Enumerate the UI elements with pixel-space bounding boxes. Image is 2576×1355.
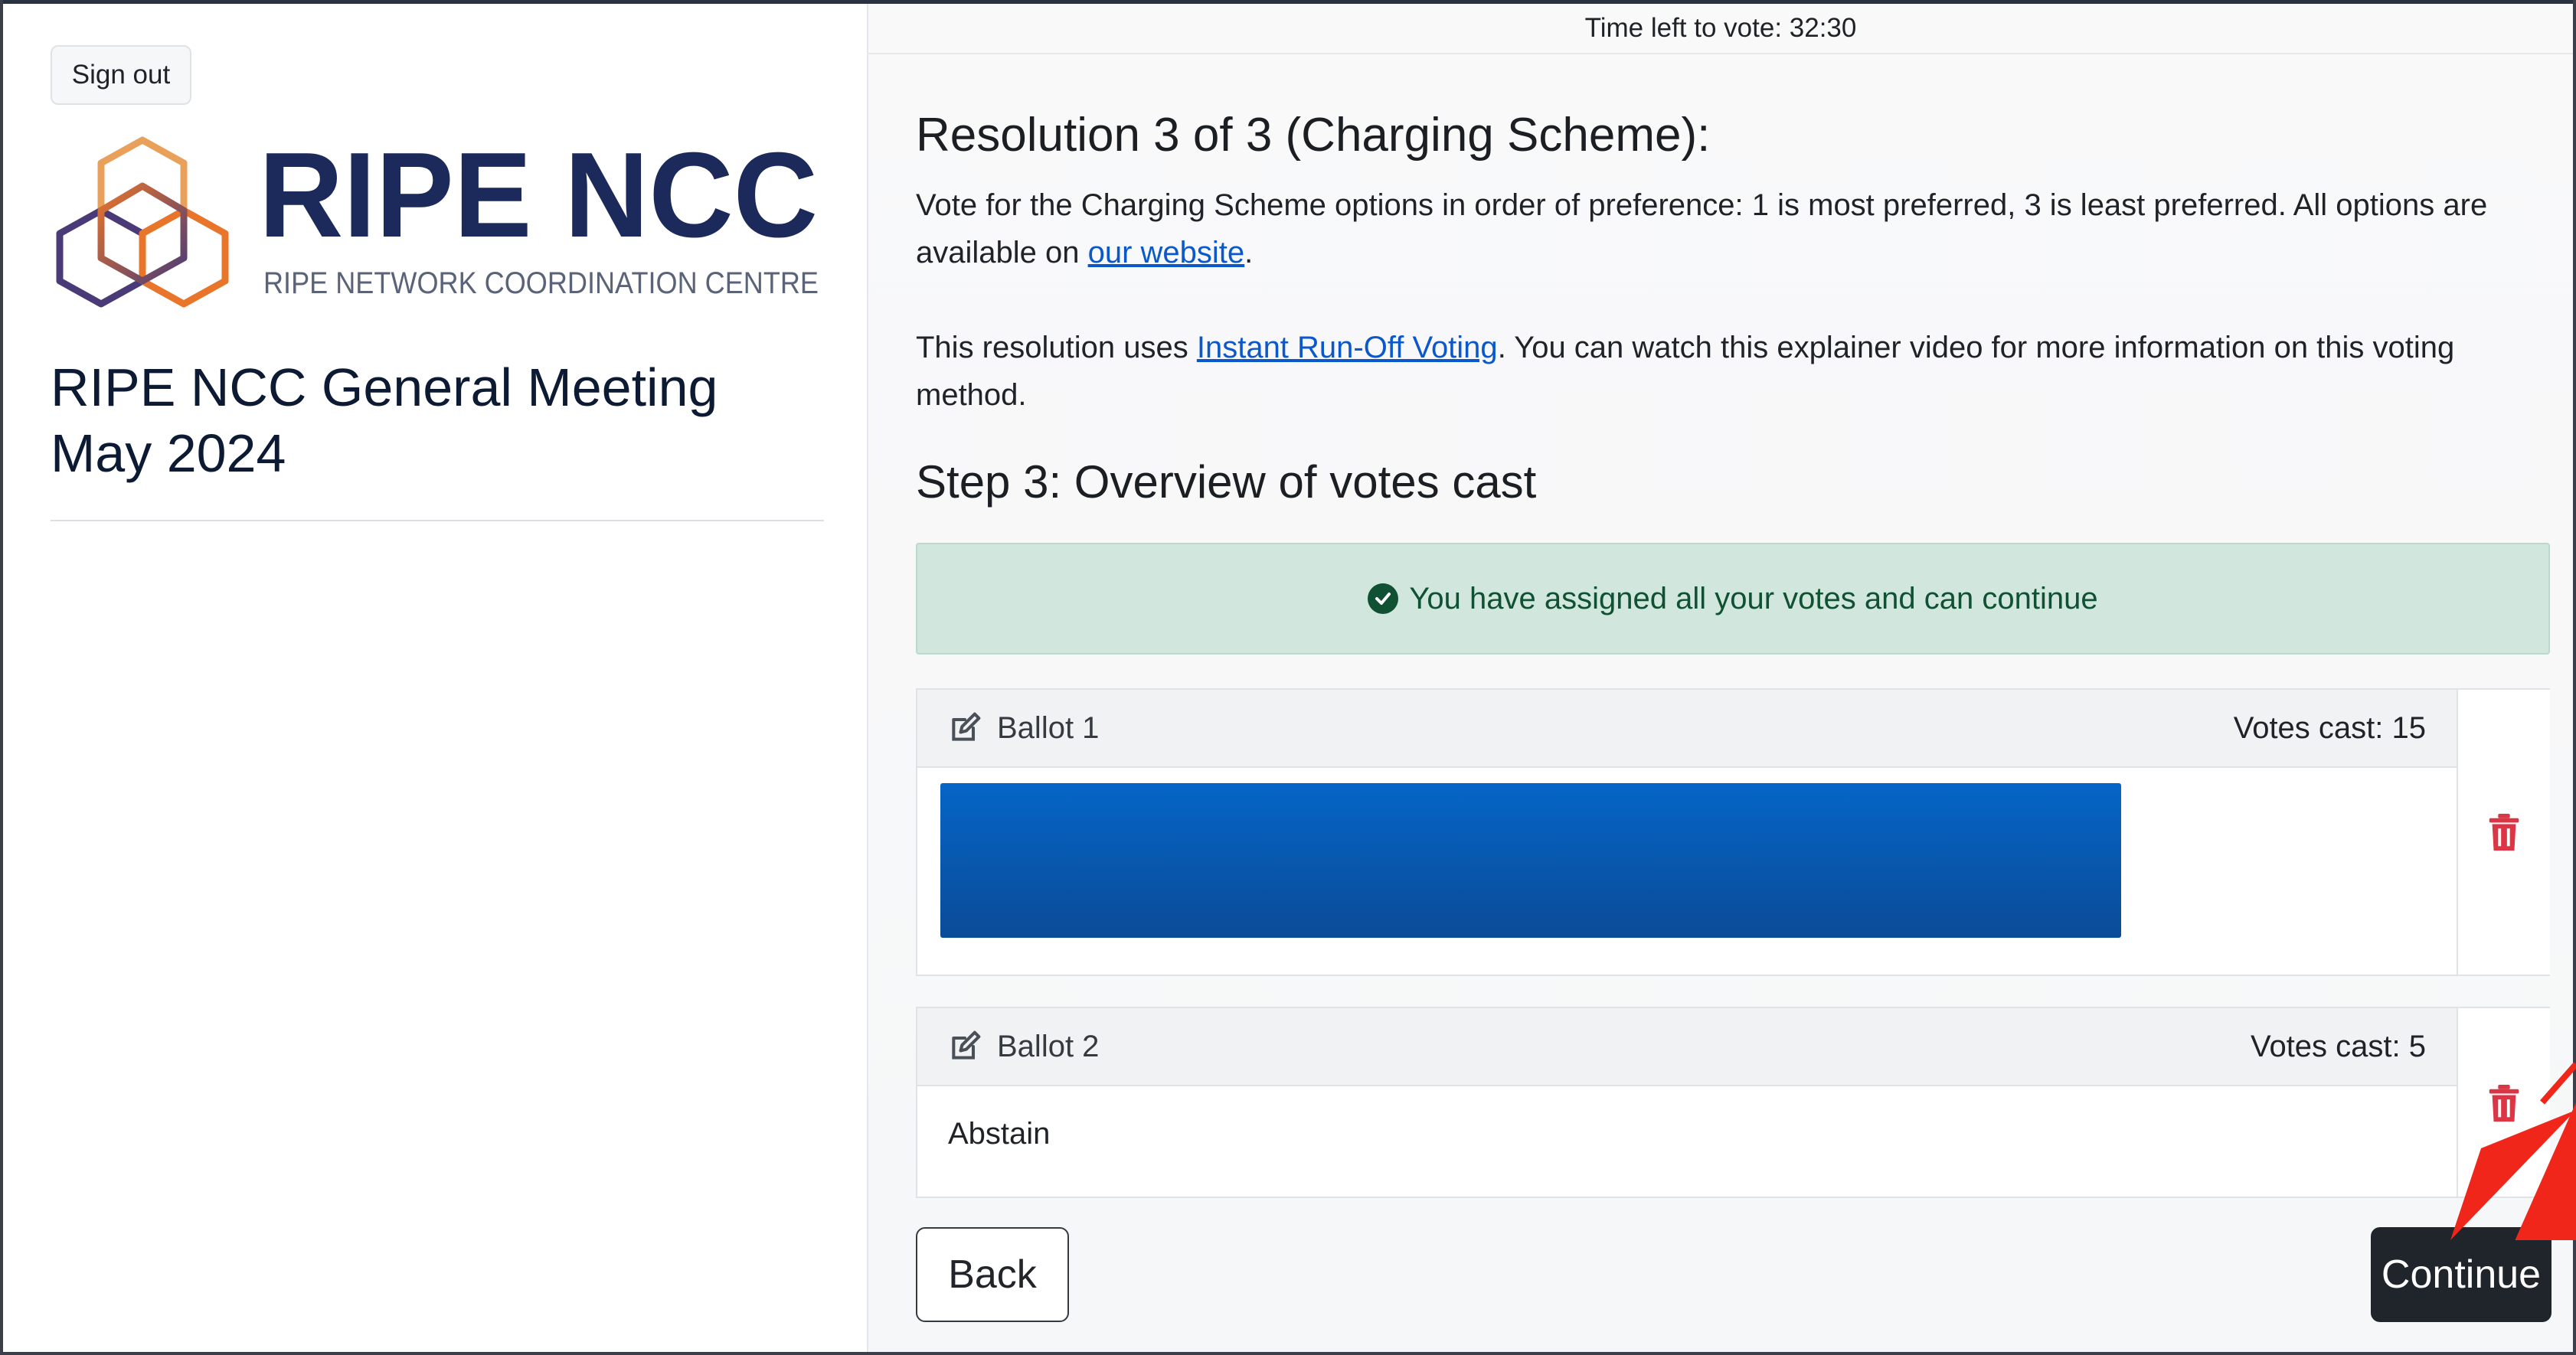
our-website-link[interactable]: our website xyxy=(1088,236,1245,269)
window-bottom-border xyxy=(0,1352,2576,1355)
ripe-ncc-logo: RIPE NCC RIPE NETWORK COORDINATION CENTR… xyxy=(56,136,819,308)
logo-wordmark: RIPE NCC xyxy=(259,136,818,263)
voting-info-prefix: This resolution uses xyxy=(916,331,1197,364)
instructions-suffix: . xyxy=(1244,236,1254,269)
ballot-choice: Abstain xyxy=(948,1117,1051,1151)
annotation-arrow-icon xyxy=(2450,1062,2576,1240)
edit-icon[interactable] xyxy=(948,1030,982,1063)
continue-button[interactable]: Continue xyxy=(2371,1227,2551,1322)
delete-ballot-1-trash-icon[interactable] xyxy=(2487,814,2521,852)
ballot-card-2: Ballot 2 Votes cast: 5 Abstain xyxy=(916,1007,2550,1198)
ballot-card-1: Ballot 1 Votes cast: 15 xyxy=(916,688,2550,976)
vote-timer: Time left to vote: 32:30 xyxy=(868,4,2573,54)
check-circle-icon xyxy=(1368,583,1399,614)
instructions-text: Vote for the Charging Scheme options in … xyxy=(916,181,2550,276)
sidebar: Sign out RIPE NCC RIPE NETWORK COORDINAT… xyxy=(3,4,868,1352)
sign-out-button[interactable]: Sign out xyxy=(51,45,191,105)
success-alert-text: You have assigned all your votes and can… xyxy=(1409,581,2098,615)
ballot-name: Ballot 1 xyxy=(997,710,1100,745)
ballot-header-2: Ballot 2 Votes cast: 5 xyxy=(917,1008,2457,1086)
sidebar-divider xyxy=(51,520,824,521)
step-title: Step 3: Overview of votes cast xyxy=(916,456,1537,508)
ballot-actions-1 xyxy=(2457,690,2550,975)
ballot-header-1: Ballot 1 Votes cast: 15 xyxy=(917,690,2457,768)
voting-method-text: This resolution uses Instant Run-Off Vot… xyxy=(916,324,2550,419)
back-button[interactable]: Back xyxy=(916,1227,1069,1322)
main-panel: Time left to vote: 32:30 Resolution 3 of… xyxy=(868,4,2573,1352)
resolution-title: Resolution 3 of 3 (Charging Scheme): xyxy=(916,109,1711,162)
logo-tagline: RIPE NETWORK COORDINATION CENTRE xyxy=(263,266,819,300)
instant-runoff-voting-link[interactable]: Instant Run-Off Voting xyxy=(1197,331,1498,364)
meeting-title: RIPE NCC General Meeting May 2024 xyxy=(51,358,718,483)
votes-cast: Votes cast: 15 xyxy=(2233,710,2426,745)
edit-icon[interactable] xyxy=(948,711,982,745)
ballot-name: Ballot 2 xyxy=(997,1029,1100,1063)
votes-cast: Votes cast: 5 xyxy=(2250,1029,2426,1063)
success-alert: You have assigned all your votes and can… xyxy=(916,543,2550,655)
ballot-redacted-content xyxy=(940,783,2121,938)
